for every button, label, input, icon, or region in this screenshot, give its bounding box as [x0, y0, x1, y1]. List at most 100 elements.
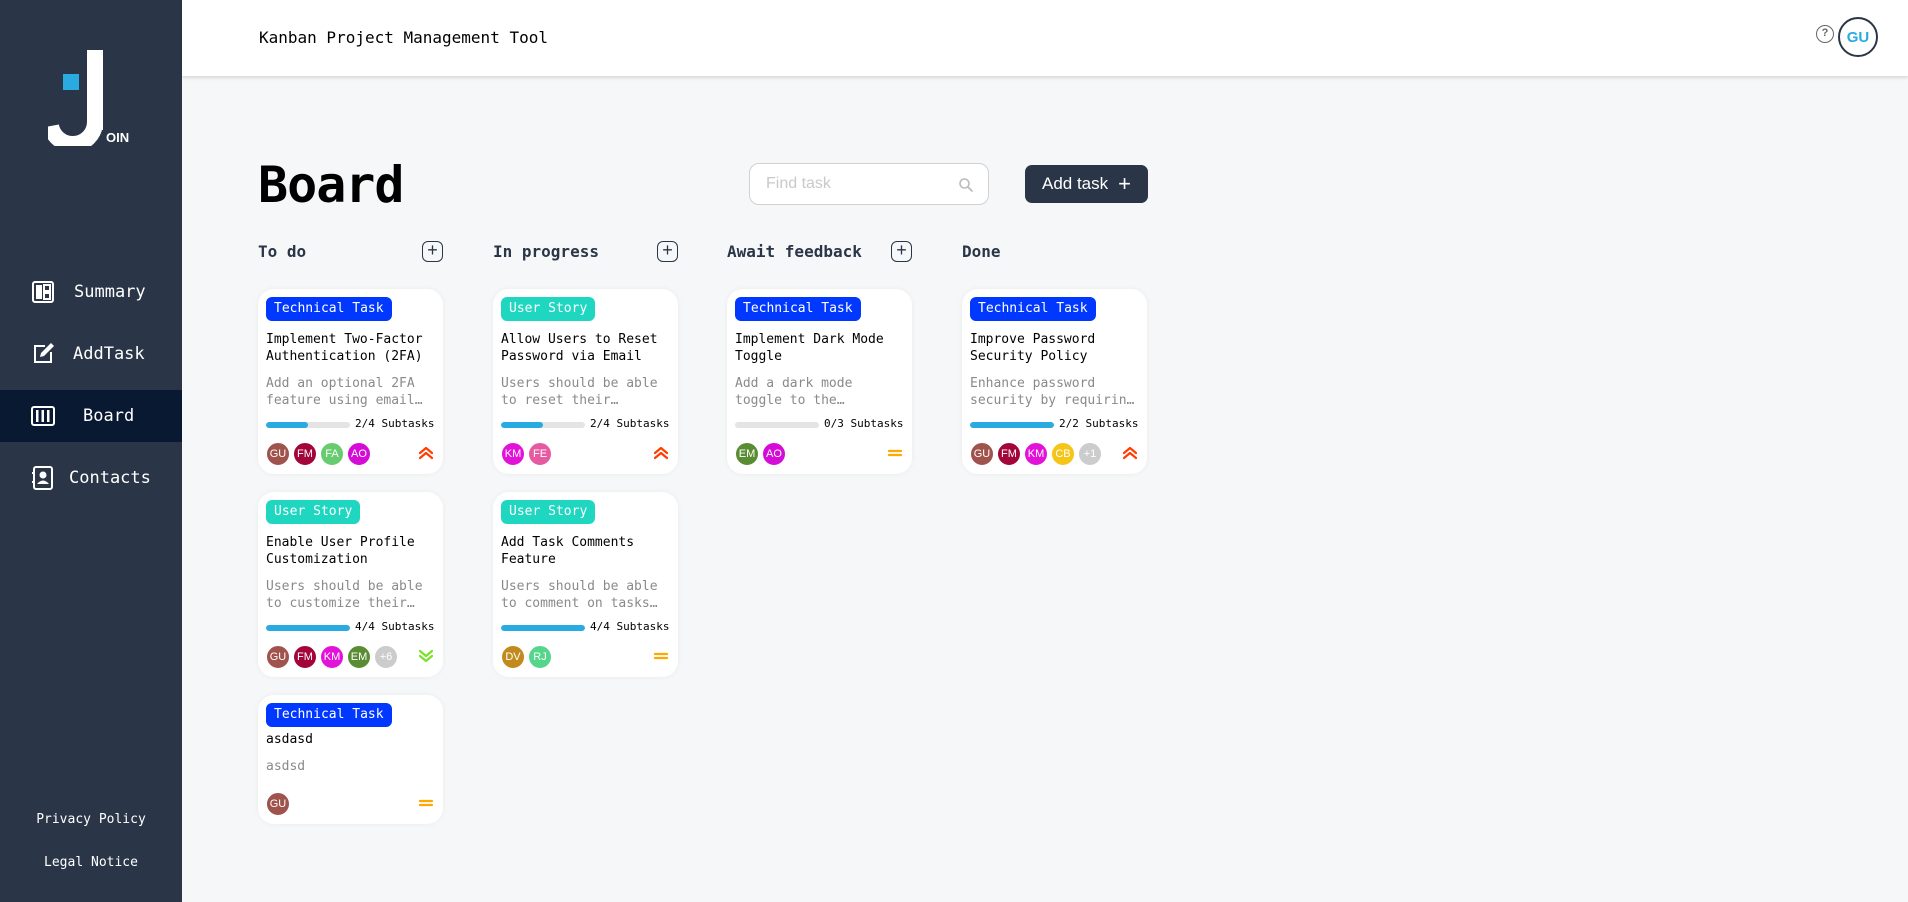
subtask-progress-bar	[501, 422, 585, 428]
help-icon[interactable]: ?	[1816, 25, 1834, 43]
card-title: Enable User Profile Customization	[266, 535, 415, 567]
join-logo[interactable]: OIN	[48, 50, 138, 150]
assignee-avatar: AO	[762, 442, 786, 466]
assignee-avatar: KM	[501, 442, 525, 466]
task-card[interactable]: User Story Enable User Profile Customizat…	[258, 492, 443, 677]
column-title: In progress	[493, 242, 599, 261]
category-badge: User Story	[501, 297, 596, 321]
task-card[interactable]: User Story Add Task Comments Feature Users…	[493, 492, 678, 677]
priority-urgent-icon	[418, 446, 434, 460]
category-badge: User Story	[501, 500, 596, 524]
sidebar-item-summary[interactable]: Summary	[0, 266, 182, 318]
assignee-avatar: FM	[293, 442, 317, 466]
assignee-avatar: KM	[1024, 442, 1048, 466]
task-card[interactable]: Technical Task asdasd asdsd GU	[258, 695, 443, 824]
subtask-progress-fill	[970, 422, 1054, 428]
task-card[interactable]: Technical Task Implement Dark Mode Toggle…	[727, 289, 912, 474]
subtask-count: 2/2 Subtasks	[1059, 417, 1139, 430]
category-badge: User Story	[266, 500, 361, 524]
privacy-policy-link[interactable]: Privacy Policy	[0, 812, 182, 827]
assignee-avatar: GU	[266, 792, 290, 816]
assignee-avatar: KM	[320, 645, 344, 669]
subtask-progress-bar	[266, 625, 350, 631]
task-card[interactable]: User Story Allow Users to Reset Password …	[493, 289, 678, 474]
task-card[interactable]: Technical Task Improve Password Security …	[962, 289, 1147, 474]
sidebar-item-label: Contacts	[69, 468, 151, 488]
subtask-count: 2/4 Subtasks	[590, 417, 670, 430]
add-task-button[interactable]: Add task +	[1025, 165, 1148, 203]
task-card[interactable]: Technical Task Implement Two-Factor Authe…	[258, 289, 443, 474]
priority-urgent-icon	[653, 446, 669, 460]
card-title: Implement Two-Factor Authentication (2FA…	[266, 332, 423, 364]
assignee-avatar: EM	[347, 645, 371, 669]
page-title: Board	[258, 156, 405, 214]
assignee-avatar: RJ	[528, 645, 552, 669]
column-title: Await feedback	[727, 242, 862, 261]
category-badge: Technical Task	[266, 297, 392, 321]
assignee-avatar: GU	[970, 442, 994, 466]
subtask-progress-bar	[735, 422, 819, 428]
priority-low-icon	[418, 649, 434, 663]
subtask-count: 2/4 Subtasks	[355, 417, 435, 430]
column-title: Done	[962, 242, 1001, 261]
subtask-progress-bar	[501, 625, 585, 631]
add-task-icon	[34, 343, 54, 363]
search-input[interactable]	[766, 173, 956, 195]
priority-medium-icon	[653, 652, 669, 660]
subtask-count: 4/4 Subtasks	[355, 620, 435, 633]
sidebar-item-label: Summary	[74, 282, 146, 302]
assignee-avatar: FM	[997, 442, 1021, 466]
card-description: Users should be able to customize their …	[266, 579, 423, 611]
card-title: Implement Dark Mode Toggle	[735, 332, 884, 364]
subtask-progress-bar	[266, 422, 350, 428]
subtask-count: 4/4 Subtasks	[590, 620, 670, 633]
card-title: Allow Users to Reset Password via Email	[501, 332, 658, 364]
user-avatar[interactable]: GU	[1838, 17, 1878, 57]
subtask-progress-fill	[501, 422, 543, 428]
sidebar-nav: Summary AddTask Board Contacts	[0, 266, 182, 514]
column-title: To do	[258, 242, 307, 261]
search-box	[749, 163, 989, 205]
card-description: Users should be able to comment on tasks…	[501, 579, 658, 611]
legal-notice-link[interactable]: Legal Notice	[0, 855, 182, 870]
subtask-progress-fill	[501, 625, 585, 631]
assignee-avatar: AO	[347, 442, 371, 466]
column-add-icon[interactable]: +	[657, 241, 678, 262]
assignee-avatar: FA	[320, 442, 344, 466]
sidebar-item-contacts[interactable]: Contacts	[0, 452, 182, 504]
contacts-icon	[32, 466, 53, 490]
column-add-icon[interactable]: +	[891, 241, 912, 262]
search-icon[interactable]	[958, 177, 974, 193]
column-header: Await feedback +	[727, 240, 917, 264]
priority-medium-icon	[887, 449, 903, 457]
header-title: Kanban Project Management Tool	[259, 28, 548, 47]
category-badge: Technical Task	[970, 297, 1096, 321]
sidebar-item-label: Board	[83, 406, 135, 426]
subtask-count: 0/3 Subtasks	[824, 417, 904, 430]
subtask-progress-fill	[266, 422, 308, 428]
priority-urgent-icon	[1122, 446, 1138, 460]
sidebar: OIN Summary AddTask Board Contacts Priva…	[0, 0, 182, 902]
summary-icon	[32, 281, 54, 303]
card-description: Add an optional 2FA feature using email …	[266, 376, 415, 408]
card-title: Add Task Comments Feature	[501, 535, 635, 567]
priority-medium-icon	[418, 799, 434, 807]
sidebar-item-board[interactable]: Board	[0, 390, 182, 442]
top-header: Kanban Project Management Tool ? GU	[182, 0, 1908, 76]
sidebar-item-addtask[interactable]: AddTask	[0, 328, 182, 380]
assignee-avatar: DV	[501, 645, 525, 669]
assignee-avatar: FE	[528, 442, 552, 466]
logo-text: OIN	[106, 130, 130, 145]
board-icon	[31, 406, 55, 426]
assignee-avatar: FM	[293, 645, 317, 669]
assignee-avatar: GU	[266, 645, 290, 669]
assignee-avatar: CB	[1051, 442, 1075, 466]
column-add-icon[interactable]: +	[422, 241, 443, 262]
logo-hook	[48, 100, 103, 146]
assignee-avatar: EM	[735, 442, 759, 466]
card-description: Users should be able to reset their pass…	[501, 376, 658, 408]
add-task-label: Add task	[1041, 174, 1109, 193]
sidebar-item-label: AddTask	[73, 344, 145, 364]
plus-icon: +	[1118, 171, 1131, 196]
subtask-progress-fill	[266, 625, 350, 631]
